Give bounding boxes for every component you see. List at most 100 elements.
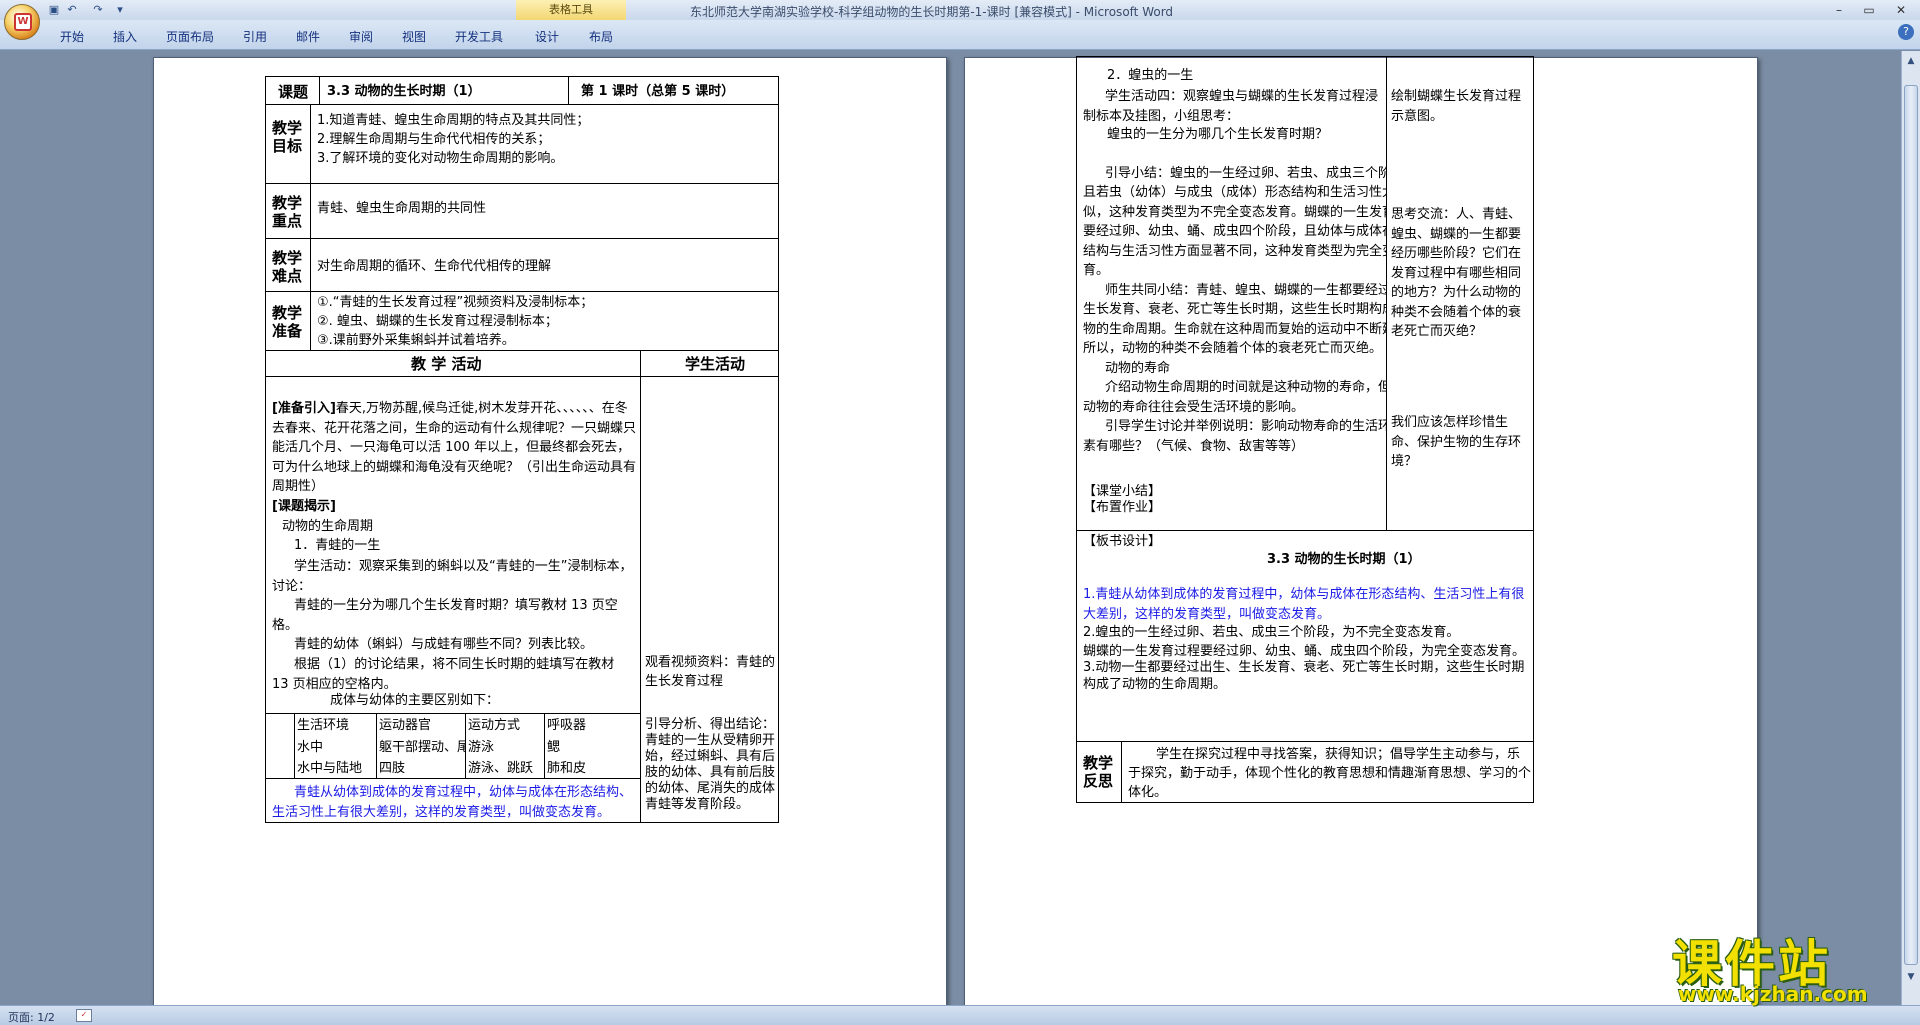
period-text: 第 1 课时（总第 5 课时） (581, 84, 735, 99)
topic-label-cell: 课题 (265, 76, 320, 105)
summary-line: 育。 (1083, 263, 1110, 278)
lifespan-intro: 介绍动物生命周期的时间就是这种动物的寿命，但是， (1105, 380, 1387, 395)
joint-line: 所以，动物的种类不会随着个体的衰老死亡而灭绝。 (1083, 341, 1383, 356)
joint-line: 师生共同小结：青蛙、蝗虫、蝴蝶的一生都要经过出生、 (1105, 283, 1386, 298)
prep-cell: ①.“青蛙的生长发育过程”视频资料及浸制标本； ②. 蝗虫、蝴蝶的生长发育过程浸… (310, 291, 779, 351)
diff-cell: 呼吸器 (547, 718, 587, 733)
watermark-url: www.kjzhan.com (1678, 982, 1868, 1006)
diff-col-env: 生活环境 水中 水中与陆地 (294, 713, 377, 779)
goals-label-cell: 教学目标 (265, 104, 311, 184)
reflect-label: 教学反思 (1083, 754, 1114, 790)
tab-table-layout[interactable]: 布局 (589, 28, 613, 45)
undo-icon[interactable]: ↶ (64, 2, 80, 18)
board-title: 3.3 动物的生长时期（1） (1267, 552, 1421, 567)
prep-label-cell: 教学准备 (265, 291, 311, 351)
line-cycle: 动物的生命周期 (282, 519, 374, 534)
diff-cell: 运动器官 (379, 718, 432, 733)
key-text: 青蛙、蝗虫生命周期的共同性 (317, 201, 487, 216)
minimize-icon[interactable]: – (1826, 2, 1852, 18)
topic-value-cell: 3.3 动物的生长时期（1） (319, 76, 569, 105)
p2-student-cell: 绘制蝴蝶生长发育过程示意图。 思考交流：人、青蛙、蝗虫、蝴蝶的一生都要经历哪些阶… (1386, 56, 1534, 531)
joint-line: 生长发育、衰老、死亡等生长时期，这些生长时期构成了动 (1083, 302, 1386, 317)
lifespan-question: 引导学生讨论并举例说明：影响动物寿命的生活环境因 (1105, 419, 1387, 434)
prep-2: ②. 蝗虫、蝴蝶的生长发育过程浸制标本； (317, 314, 558, 329)
tab-insert[interactable]: 插入 (113, 28, 137, 45)
tab-review[interactable]: 审阅 (349, 28, 373, 45)
board-label: 【板书设计】 (1083, 534, 1162, 549)
board-item-2b: 蝴蝶的一生发育过程要经过卵、幼虫、蛹、成虫四个阶段，为完全变态发育。 (1083, 644, 1526, 659)
goals-cell: 1.知道青蛙、蝗虫生命周期的特点及其共同性； 2.理解生命周期与生命代代相传的关… (310, 104, 779, 184)
summary-line: 要经过卵、幼虫、蛹、成虫四个阶段，且幼体与成体在形态 (1083, 224, 1386, 239)
difficulty-text: 对生命周期的循环、生命代代相传的理解 (317, 259, 552, 274)
reflect-label-cell: 教学反思 (1076, 741, 1122, 803)
customize-qat-icon[interactable]: ▾ (112, 2, 128, 18)
diff-cell: 生活环境 (297, 718, 350, 733)
title-bar: ▣ ↶ ↷ ▾ 表格工具 东北师范大学南湖实验学校-科学组动物的生长时期第-1-… (0, 0, 1920, 20)
reflect-text: 学生在探究过程中寻找答案，获得知识；倡导学生主动参与，乐于探究，勤于动手，体现个… (1128, 747, 1532, 800)
diff-cell: 水中 (297, 740, 324, 755)
scrollbar-thumb[interactable] (1904, 85, 1918, 965)
diff-cell: 水中与陆地 (297, 761, 363, 776)
diff-cell: 运动方式 (468, 718, 521, 733)
diff-cell: 游泳 (468, 740, 495, 755)
watermark-logo: 课件站 www.kjzhan.com (1668, 924, 1918, 1006)
question-2: 青蛙的幼体（蝌蚪）与成蛙有哪些不同？列表比较。 (294, 637, 594, 652)
difficulty-label: 教学难点 (272, 249, 303, 285)
help-icon[interactable]: ? (1898, 24, 1914, 40)
tab-developer[interactable]: 开发工具 (455, 28, 503, 45)
intro-paragraph: [准备引入]春天,万物苏醒,候鸟迁徙,树木发芽开花、、、、、、在冬去春来、花开花… (272, 399, 636, 497)
vertical-scrollbar[interactable]: ▲ ▼ (1901, 51, 1920, 1005)
locust-question: 蝗虫的一生分为哪几个生长发育时期？ (1107, 127, 1329, 142)
tab-table-design[interactable]: 设计 (535, 28, 559, 45)
topic-value: 3.3 动物的生长时期（1） (327, 84, 481, 99)
save-icon[interactable]: ▣ (46, 2, 62, 18)
page-count[interactable]: 页面: 1/2 (8, 1009, 55, 1025)
locust-title: 2．蝗虫的一生 (1107, 68, 1194, 83)
lifespan-title: 动物的寿命 (1105, 361, 1171, 376)
key-cell: 青蛙、蝗虫生命周期的共同性 (310, 183, 779, 239)
diff-cell: 肺和皮 (547, 761, 587, 776)
board-cell: 【板书设计】 3.3 动物的生长时期（1） 1.青蛙从幼体到成体的发育过程中，幼… (1076, 530, 1534, 742)
scroll-up-icon[interactable]: ▲ (1905, 55, 1917, 67)
diff-col-breath: 呼吸器 鳃 肺和皮 (544, 713, 640, 779)
homework: 【布置作业】 (1083, 500, 1162, 515)
activity-body-cell: [准备引入]春天,万物苏醒,候鸟迁徙,树木发芽开花、、、、、、在冬去春来、花开花… (265, 376, 641, 823)
redo-icon[interactable]: ↷ (90, 2, 106, 18)
office-button-icon[interactable]: W (4, 4, 40, 40)
page-2: 2．蝗虫的一生 学生活动四：观察蝗虫与蝴蝶的生长发育过程浸制标本及挂图，小组思考… (964, 56, 1758, 1005)
tab-page-layout[interactable]: 页面布局 (166, 28, 214, 45)
tab-mailings[interactable]: 邮件 (296, 28, 320, 45)
line-frog: 1．青蛙的一生 (294, 538, 381, 553)
close-icon[interactable]: ✕ (1888, 2, 1914, 18)
difficulty-cell: 对生命周期的循环、生命代代相传的理解 (310, 238, 779, 292)
status-bar: 页面: 1/2 ✓ (0, 1005, 1920, 1025)
lifespan-question-2: 素有哪些？（气候、食物、敌害等等） (1083, 439, 1305, 454)
window-title: 东北师范大学南湖实验学校-科学组动物的生长时期第-1-课时 [兼容模式] - M… (690, 5, 1174, 19)
goal-1: 1.知道青蛙、蝗虫生命周期的特点及其共同性； (317, 113, 590, 128)
goals-label: 教学目标 (272, 119, 303, 155)
maximize-icon[interactable]: ▭ (1856, 2, 1882, 18)
student-header-cell: 学生活动 (640, 350, 779, 377)
diff-cell: 躯干部摆动、尾部 (379, 740, 465, 755)
prep-3: ③.课前野外采集蝌蚪并试着培养。 (317, 333, 515, 348)
ribbon-tabs: 开始 插入 页面布局 引用 邮件 审阅 视图 开发工具 设计 布局 (0, 20, 1920, 50)
summary-line: 似，这种发育类型为不完全变态发育。蝴蝶的一生发育过程 (1083, 205, 1386, 220)
prep-1: ①.“青蛙的生长发育过程”视频资料及浸制标本； (317, 295, 594, 310)
tab-references[interactable]: 引用 (243, 28, 267, 45)
activity-4: 学生活动四：观察蝗虫与蝴蝶的生长发育过程浸制标本及挂图，小组思考： (1083, 89, 1379, 124)
student-body-cell: 观看视频资料：青蛙的生长发育过程 引导分析、得出结论：青蛙的一生从受精卵开始，经… (640, 376, 779, 823)
side-think: 思考交流：人、青蛙、蝗虫、蝴蝶的一生都要经历哪些阶段？它们在发育过程中有哪些相同… (1391, 207, 1522, 339)
page-1: 课题 3.3 动物的生长时期（1） 第 1 课时（总第 5 课时） 教学目标 1… (153, 57, 947, 1005)
intro-tag: [准备引入] (272, 401, 336, 416)
side-draw: 绘制蝴蝶生长发育过程示意图。 (1391, 89, 1522, 124)
board-item-3: 3.动物一生都要经过出生、生长发育、衰老、死亡等生长时期，这些生长时期构成了动物… (1083, 660, 1525, 692)
tab-home[interactable]: 开始 (60, 28, 84, 45)
conclusion-text: 青蛙从幼体到成体的发育过程中，幼体与成体在形态结构、生活习性上有很大差别，这样的… (272, 785, 633, 820)
prep-label: 教学准备 (272, 304, 303, 340)
side-analysis: 引导分析、得出结论：青蛙的一生从受精卵开始，经过蝌蚪、具有后肢的幼体、具有前后肢… (645, 717, 776, 812)
tab-view[interactable]: 视图 (402, 28, 426, 45)
diff-cell: 鳃 (547, 740, 561, 755)
diff-cell: 游泳、跳跃 (468, 761, 534, 776)
student-header: 学生活动 (685, 355, 746, 373)
proofing-icon[interactable]: ✓ (76, 1009, 92, 1022)
